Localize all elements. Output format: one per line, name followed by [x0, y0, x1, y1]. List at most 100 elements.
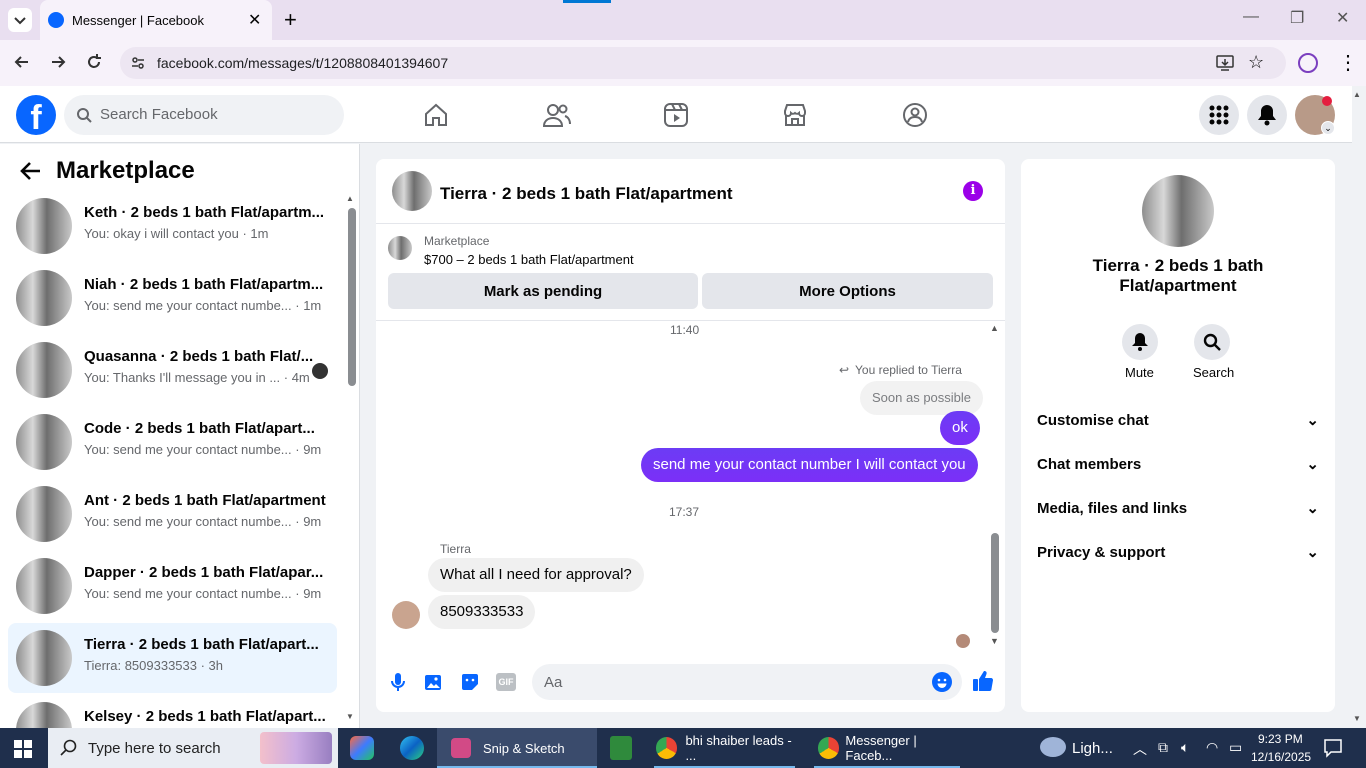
incoming-message[interactable]: What all I need for approval? [428, 558, 644, 592]
marketplace-icon[interactable] [782, 102, 808, 128]
chat-scrollbar-thumb[interactable] [991, 533, 999, 633]
spreadsheet-app-icon[interactable] [610, 736, 632, 760]
emoji-icon[interactable] [932, 672, 952, 692]
tray-chevron-up-icon[interactable]: ︿ [1133, 739, 1147, 759]
search-conversation-button[interactable] [1194, 324, 1230, 360]
back-arrow-icon[interactable] [12, 52, 32, 72]
conversation-item[interactable]: Dapper · 2 beds 1 bath Flat/apar... You:… [8, 551, 337, 621]
restore-icon[interactable]: ❐ [1290, 8, 1304, 28]
message-input[interactable]: Aa [532, 664, 962, 700]
app-label: Snip & Sketch [483, 740, 565, 756]
browser-tab-messenger[interactable]: Messenger | Facebook ✕ [40, 0, 272, 40]
volume-icon[interactable]: 🔈︎ [1181, 739, 1189, 756]
browser-menu-icon[interactable]: ⋮ [1338, 50, 1358, 75]
edge-icon[interactable] [400, 736, 424, 760]
conversation-item[interactable]: Niah · 2 beds 1 bath Flat/apartm... You:… [8, 263, 337, 333]
taskbar-search-box[interactable]: Type here to search [48, 728, 338, 768]
listing-source: Marketplace [424, 234, 490, 248]
scroll-up-icon[interactable]: ▲ [990, 323, 999, 333]
conversation-preview: You: Thanks I'll message you in ... · 4m [84, 370, 310, 385]
photo-icon[interactable] [424, 672, 444, 692]
clock-time[interactable]: 9:23 PM [1258, 732, 1303, 746]
scroll-down-icon[interactable]: ▼ [346, 712, 354, 721]
site-info-icon[interactable] [130, 55, 146, 71]
privacy-support-section[interactable]: Privacy & support ⌄ [1037, 532, 1319, 572]
page-scroll-up-icon[interactable]: ▲ [1353, 90, 1361, 99]
clock-date[interactable]: 12/16/2025 [1251, 750, 1311, 764]
search-icon [77, 108, 92, 123]
customise-chat-section[interactable]: Customise chat ⌄ [1037, 400, 1319, 440]
facebook-search-box[interactable]: Search Facebook [64, 95, 344, 135]
chat-avatar[interactable] [392, 171, 432, 211]
conversation-avatar [16, 198, 72, 254]
close-tab-icon[interactable]: ✕ [248, 10, 261, 30]
tab-list-button[interactable] [8, 8, 32, 32]
conversation-item[interactable]: Kelsey · 2 beds 1 bath Flat/apart... [8, 695, 337, 728]
chrome-icon [818, 737, 840, 759]
notification-center-icon[interactable] [1323, 738, 1343, 758]
friends-icon[interactable] [543, 102, 571, 128]
outgoing-message[interactable]: ok [940, 411, 980, 445]
sender-avatar[interactable] [392, 601, 420, 629]
profile-avatar[interactable] [1142, 175, 1214, 247]
thumbs-up-icon[interactable] [972, 670, 994, 692]
address-bar[interactable]: facebook.com/messages/t/1208808401394607… [120, 47, 1286, 79]
chat-title[interactable]: Tierra · 2 beds 1 bath Flat/apartment [440, 184, 733, 204]
taskbar-app-chrome-messenger[interactable]: Messenger | Faceb... [810, 728, 964, 768]
gif-icon[interactable]: GIF [496, 673, 516, 691]
weather-icon[interactable] [1040, 737, 1066, 757]
conversation-avatar [16, 630, 72, 686]
more-options-button[interactable]: More Options [702, 273, 993, 309]
menu-grid-button[interactable] [1199, 95, 1239, 135]
profile-name[interactable]: Tierra · 2 beds 1 bath Flat/apartment [1078, 256, 1278, 296]
info-icon[interactable]: i [963, 181, 983, 201]
taskbar-app-snip-sketch[interactable]: Snip & Sketch [437, 728, 597, 768]
mute-button[interactable] [1122, 324, 1158, 360]
video-icon[interactable] [663, 102, 689, 128]
network-icon[interactable]: ◠ [1206, 739, 1218, 756]
battery-icon[interactable]: ▭ [1229, 739, 1242, 756]
outgoing-message[interactable]: send me your contact number I will conta… [641, 448, 978, 482]
facebook-logo-icon[interactable]: f [16, 95, 56, 137]
mark-as-pending-button[interactable]: Mark as pending [388, 273, 698, 309]
conversation-item[interactable]: Ant · 2 beds 1 bath Flat/apartment You: … [8, 479, 337, 549]
close-window-icon[interactable]: ✕ [1336, 8, 1349, 28]
conversation-item[interactable]: Quasanna · 2 beds 1 bath Flat/... You: T… [8, 335, 337, 405]
reload-icon[interactable] [84, 52, 104, 72]
copilot-icon[interactable] [350, 736, 374, 760]
seen-avatar [956, 634, 970, 648]
quoted-message[interactable]: Soon as possible [860, 381, 984, 415]
meet-icon[interactable]: ⧉ [1158, 739, 1168, 756]
listing-title[interactable]: $700 – 2 beds 1 bath Flat/apartment [424, 252, 634, 267]
notifications-button[interactable] [1247, 95, 1287, 135]
back-arrow-icon[interactable] [20, 161, 42, 181]
conversation-name: Ant · 2 beds 1 bath Flat/apartment [84, 492, 326, 509]
conversation-item[interactable]: Code · 2 beds 1 bath Flat/apart... You: … [8, 407, 337, 477]
conversation-item-selected[interactable]: Tierra · 2 beds 1 bath Flat/apart... Tie… [8, 623, 337, 693]
browser-tab-bar: Messenger | Facebook ✕ + — ❐ ✕ [0, 0, 1366, 40]
conversation-item[interactable]: Keth · 2 beds 1 bath Flat/apartm... You:… [8, 191, 337, 261]
home-icon[interactable] [423, 102, 449, 128]
scroll-up-icon[interactable]: ▲ [346, 194, 354, 203]
media-files-links-section[interactable]: Media, files and links ⌄ [1037, 488, 1319, 528]
new-tab-icon[interactable]: + [284, 7, 297, 33]
bookmark-star-icon[interactable]: ☆ [1248, 52, 1264, 73]
tab-indicator [563, 0, 611, 3]
minimize-icon[interactable]: — [1243, 8, 1259, 26]
scroll-down-icon[interactable]: ▼ [990, 636, 999, 646]
sticker-icon[interactable] [460, 672, 480, 692]
listing-thumbnail[interactable] [388, 236, 412, 260]
install-app-icon[interactable] [1216, 54, 1234, 72]
weather-text[interactable]: Ligh... [1072, 740, 1113, 757]
page-scroll-down-icon[interactable]: ▼ [1353, 714, 1361, 723]
profile-icon[interactable] [1298, 53, 1318, 73]
microphone-icon[interactable] [390, 672, 406, 692]
forward-arrow-icon[interactable] [48, 52, 68, 72]
incoming-message[interactable]: 8509333533 [428, 595, 536, 629]
left-scrollbar-thumb[interactable] [348, 208, 356, 386]
chat-members-section[interactable]: Chat members ⌄ [1037, 444, 1319, 484]
taskbar-app-chrome-leads[interactable]: bhi shaiber leads - ... [646, 728, 803, 768]
windows-start-icon[interactable] [14, 740, 32, 758]
groups-icon[interactable] [902, 102, 928, 128]
account-chevron-icon[interactable]: ⌄ [1321, 121, 1335, 135]
